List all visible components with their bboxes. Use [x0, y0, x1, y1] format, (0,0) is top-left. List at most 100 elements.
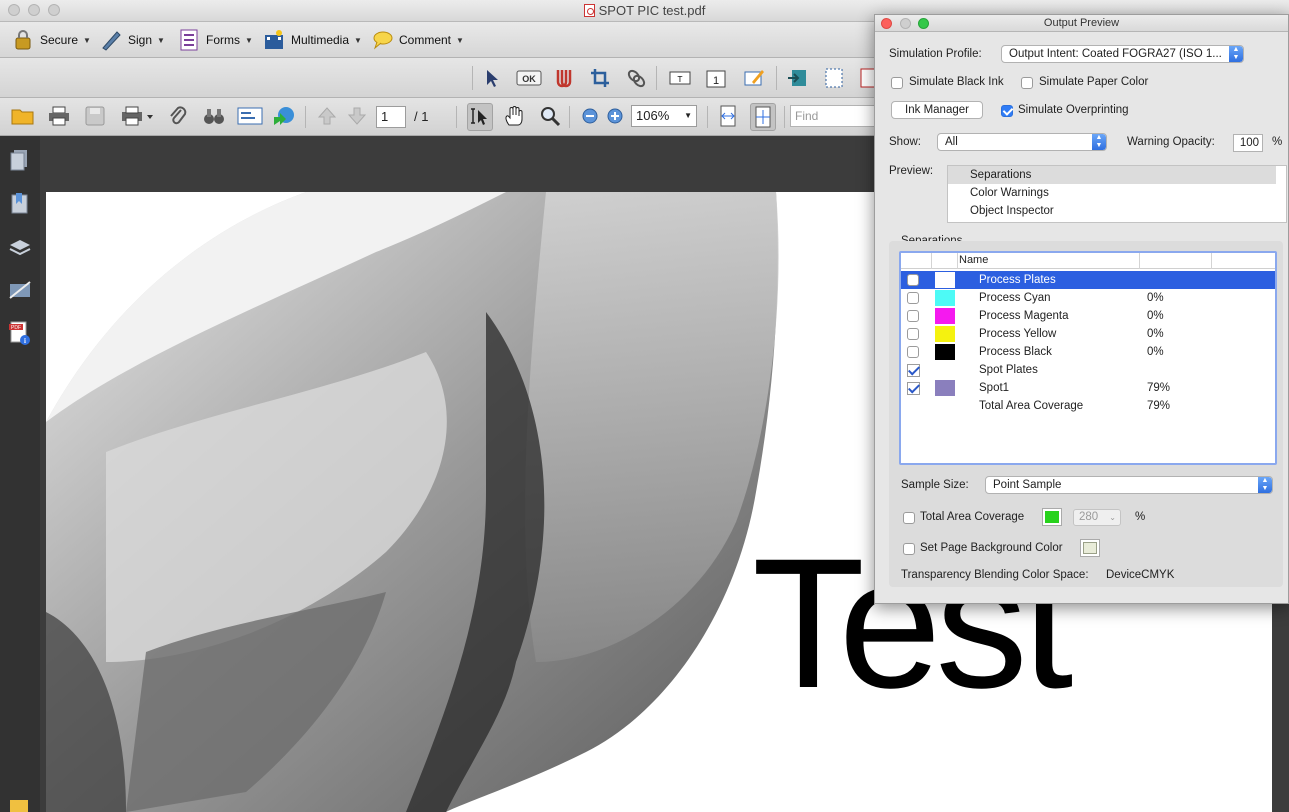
print-icon[interactable]	[47, 104, 71, 128]
select-arrows-icon: ▲ ▼	[1258, 477, 1272, 493]
open-folder-icon[interactable]	[11, 104, 35, 128]
select-arrow-icon[interactable]	[480, 66, 504, 90]
form-icon	[178, 29, 200, 51]
page-frame-icon[interactable]	[822, 66, 846, 90]
preview-item-color-warnings[interactable]: Color Warnings	[948, 184, 1276, 202]
spot-plates-checkbox[interactable]	[907, 364, 920, 377]
simulate-overprinting-checkbox[interactable]	[1001, 105, 1013, 117]
simulate-black-ink-checkbox[interactable]	[891, 77, 903, 89]
preview-item-object-inspector[interactable]: Object Inspector	[948, 202, 1276, 220]
film-icon	[263, 29, 285, 51]
tac-color-swatch[interactable]	[1042, 508, 1062, 526]
zoom-out-icon[interactable]	[578, 104, 602, 128]
comment-bubble-icon	[371, 29, 393, 51]
preview-list: Separations Color Warnings Object Inspec…	[947, 165, 1287, 223]
secure-button[interactable]: Secure ▼	[12, 28, 91, 52]
separation-row-process-black[interactable]: Process Black 0%	[901, 343, 1275, 361]
tac-percent: %	[1135, 511, 1146, 523]
svg-text:i: i	[24, 337, 26, 345]
spot1-checkbox[interactable]	[907, 382, 920, 395]
email-icon[interactable]	[237, 104, 263, 128]
separation-row-process-magenta[interactable]: Process Magenta 0%	[901, 307, 1275, 325]
comments-list-icon[interactable]	[8, 796, 32, 812]
process-magenta-checkbox[interactable]	[907, 310, 919, 322]
zoom-in-icon[interactable]	[603, 104, 627, 128]
find-input[interactable]: Find	[790, 105, 880, 127]
previous-page-icon[interactable]	[315, 104, 339, 128]
separation-row-process-plates[interactable]: Process Plates	[901, 271, 1275, 289]
separation-row-process-yellow[interactable]: Process Yellow 0%	[901, 325, 1275, 343]
show-select[interactable]: All ▲ ▼	[937, 133, 1107, 151]
separation-row-process-cyan[interactable]: Process Cyan 0%	[901, 289, 1275, 307]
page-number-input[interactable]: 1	[376, 106, 406, 128]
tac-value-select[interactable]: 280 ⌄	[1073, 509, 1121, 526]
layers-icon[interactable]	[8, 236, 32, 260]
hand-tool-icon[interactable]	[502, 104, 526, 128]
chevron-down-icon: ⌄	[1109, 513, 1116, 522]
comment-button[interactable]: Comment ▼	[371, 28, 464, 52]
bookmarks-icon[interactable]	[8, 192, 32, 216]
export-icon[interactable]	[786, 66, 810, 90]
edit-pencil-icon[interactable]	[742, 66, 766, 90]
zoom-level-select[interactable]: 106% ▼	[631, 105, 697, 127]
attach-link-icon[interactable]	[624, 66, 648, 90]
next-page-icon[interactable]	[345, 104, 369, 128]
zoom-marquee-icon[interactable]	[538, 104, 562, 128]
process-cyan-checkbox[interactable]	[907, 292, 919, 304]
total-area-coverage-checkbox[interactable]	[903, 512, 915, 524]
dialog-close-button[interactable]	[881, 18, 892, 29]
sample-size-value: Point Sample	[993, 479, 1062, 491]
forms-button[interactable]: Forms ▼	[178, 28, 253, 52]
process-plates-checkbox[interactable]	[907, 274, 919, 286]
separation-row-spot1[interactable]: Spot1 79%	[901, 379, 1275, 397]
blend-space-value: DeviceCMYK	[1106, 569, 1175, 581]
signatures-icon[interactable]	[8, 278, 32, 302]
dialog-minimize-button[interactable]	[900, 18, 911, 29]
fit-width-icon[interactable]	[716, 104, 740, 128]
paperclip-icon[interactable]	[166, 104, 190, 128]
crop-icon[interactable]	[588, 66, 612, 90]
save-disk-icon[interactable]	[83, 104, 107, 128]
ink-manager-button[interactable]: Ink Manager	[891, 101, 983, 119]
print-menu-icon[interactable]	[119, 104, 155, 128]
binoculars-icon[interactable]	[202, 104, 226, 128]
simulation-profile-select[interactable]: Output Intent: Coated FOGRA27 (ISO 1... ▲…	[1001, 45, 1244, 63]
set-page-bg-checkbox[interactable]	[903, 543, 915, 555]
pages-thumbnail-icon[interactable]	[8, 148, 32, 172]
warning-opacity-percent: %	[1272, 136, 1283, 148]
sign-button[interactable]: Sign ▼	[100, 28, 165, 52]
multimedia-button[interactable]: Multimedia ▼	[263, 28, 362, 52]
warning-opacity-label: Warning Opacity:	[1127, 136, 1215, 148]
process-yellow-checkbox[interactable]	[907, 328, 919, 340]
document-properties-icon[interactable]: PDF i	[8, 320, 32, 345]
separation-row-total-area-coverage[interactable]: Total Area Coverage 79%	[901, 397, 1275, 415]
separation-percent: 0%	[1147, 346, 1164, 358]
sample-size-select[interactable]: Point Sample ▲ ▼	[985, 476, 1273, 494]
sign-label: Sign	[128, 33, 153, 47]
ok-stamp-icon[interactable]: OK	[515, 66, 543, 90]
name-column-header[interactable]: Name	[959, 253, 988, 268]
separation-row-spot-plates[interactable]: Spot Plates	[901, 361, 1275, 379]
preview-item-separations[interactable]: Separations	[948, 166, 1276, 184]
share-globe-icon[interactable]	[272, 104, 296, 128]
link-u-icon[interactable]	[552, 66, 576, 90]
select-text-tool-icon[interactable]	[467, 103, 493, 131]
separation-percent: 79%	[1147, 382, 1171, 394]
pen-icon	[100, 29, 122, 51]
comment-label: Comment	[399, 33, 452, 47]
process-magenta-swatch	[935, 308, 955, 324]
dialog-zoom-button[interactable]	[918, 18, 929, 29]
page-bg-color-swatch[interactable]	[1080, 539, 1100, 557]
lock-icon	[12, 29, 34, 51]
fit-page-icon[interactable]	[750, 103, 776, 131]
separations-group: Name Process Plates Process Cyan 0% Proc…	[889, 241, 1283, 587]
text-field-icon[interactable]: T	[668, 66, 692, 90]
zoom-level-value: 106%	[636, 108, 670, 123]
separation-name: Spot1	[979, 382, 1010, 394]
simulate-paper-color-checkbox[interactable]	[1021, 77, 1033, 89]
warning-opacity-input[interactable]: 100	[1233, 134, 1263, 152]
process-black-checkbox[interactable]	[907, 346, 919, 358]
zoom-caret-icon: ▼	[684, 111, 692, 120]
select-arrows-icon: ▲ ▼	[1092, 134, 1106, 150]
text-box-icon[interactable]: 1	[704, 66, 728, 90]
